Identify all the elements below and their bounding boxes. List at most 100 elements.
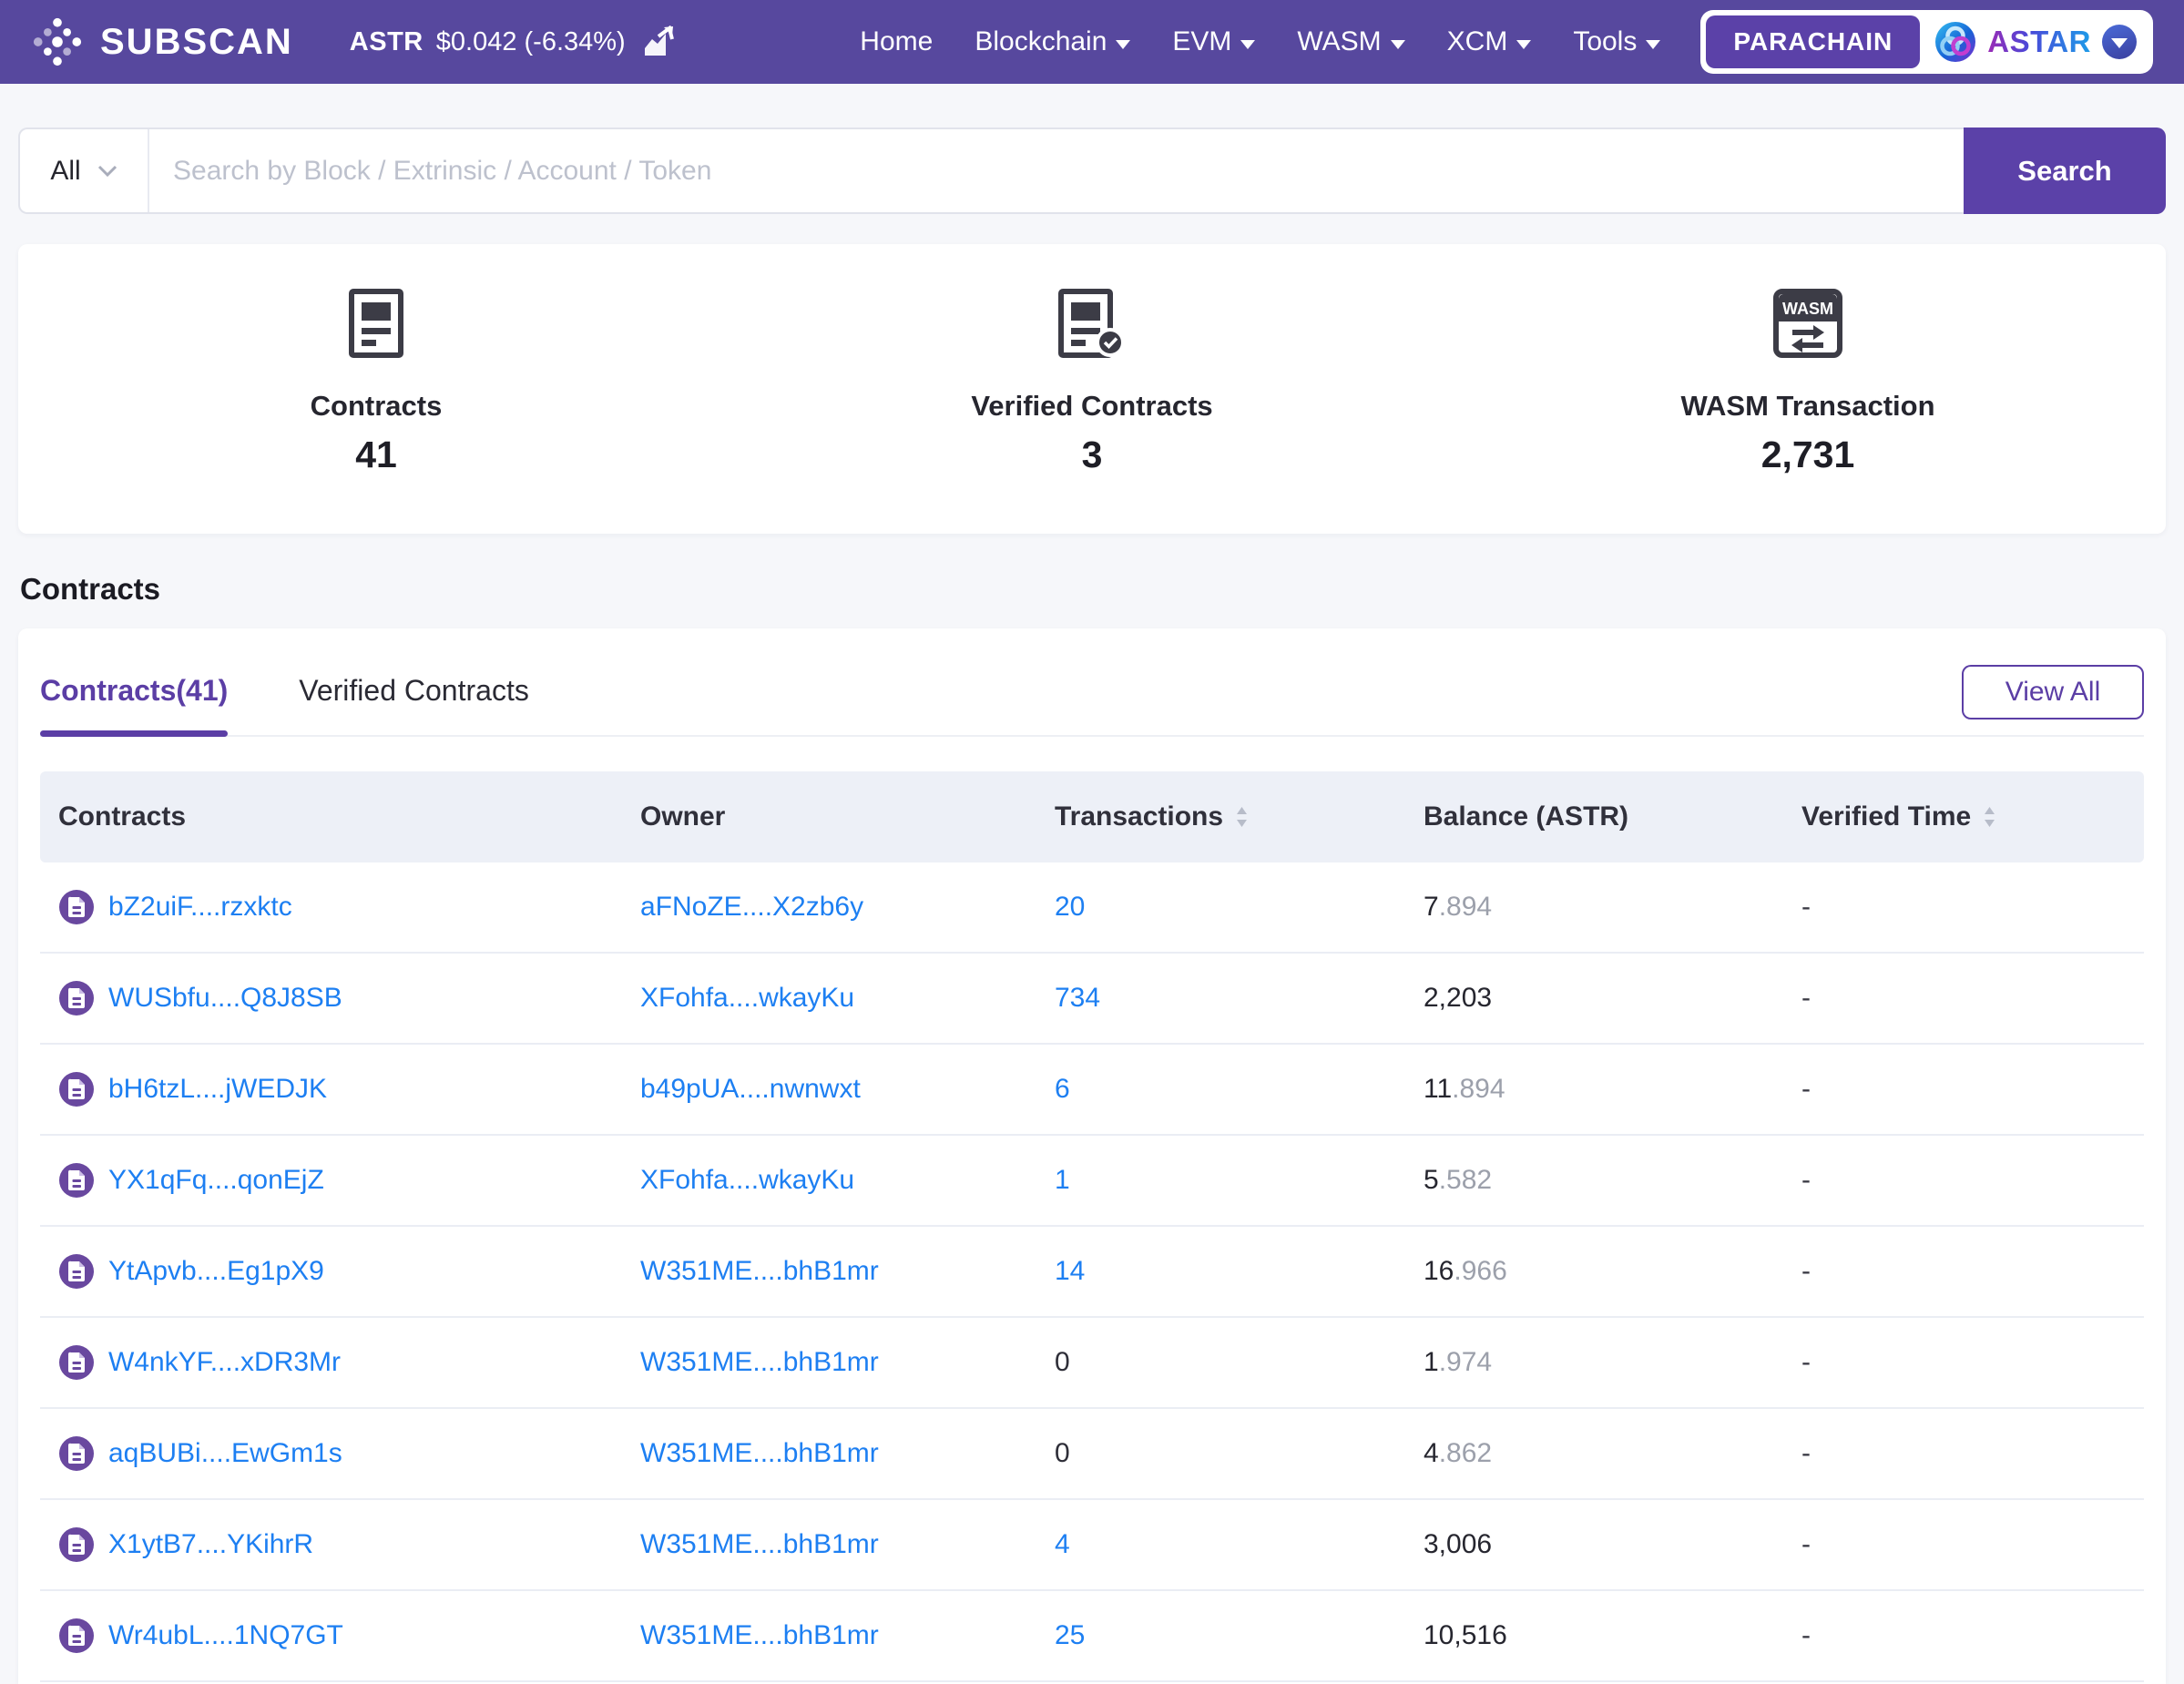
contract-badge-icon	[58, 889, 95, 925]
search-filter-value: All	[50, 156, 80, 187]
search-button[interactable]: Search	[1964, 128, 2166, 214]
contract-link[interactable]: aqBUBi....EwGm1s	[108, 1438, 342, 1469]
balance-cell: 3,006	[1405, 1529, 1783, 1560]
sort-icon[interactable]	[1234, 804, 1250, 830]
contract-link[interactable]: WUSbfu....Q8J8SB	[108, 983, 342, 1014]
stat-label: Contracts	[311, 390, 443, 423]
owner-link[interactable]: W351ME....bhB1mr	[640, 1438, 879, 1469]
balance-cell: 10,516	[1405, 1620, 1783, 1651]
verified-time-cell: -	[1783, 1620, 2144, 1651]
transactions-value: 0	[1055, 1438, 1070, 1469]
contract-cell: aqBUBi....EwGm1s	[40, 1435, 622, 1472]
transactions-cell: 0	[1036, 1438, 1405, 1469]
verified-time-cell: -	[1783, 1256, 2144, 1287]
contract-badge-icon	[58, 1435, 95, 1472]
owner-cell: aFNoZE....X2zb6y	[622, 892, 1036, 923]
owner-cell: W351ME....bhB1mr	[622, 1529, 1036, 1560]
tab-verified-contracts[interactable]: Verified Contracts	[299, 674, 529, 735]
nav-link-home[interactable]: Home	[860, 26, 933, 57]
contract-link[interactable]: X1ytB7....YKihrR	[108, 1529, 313, 1560]
verified-time-cell: -	[1783, 892, 2144, 923]
owner-link[interactable]: W351ME....bhB1mr	[640, 1347, 879, 1378]
contract-link[interactable]: YX1qFq....qonEjZ	[108, 1165, 324, 1196]
owner-cell: b49pUA....nwnwxt	[622, 1074, 1036, 1105]
table-row: WUSbfu....Q8J8SB XFohfa....wkayKu 734 2,…	[40, 954, 2144, 1045]
search-filter-dropdown[interactable]: All	[20, 129, 149, 212]
owner-link[interactable]: b49pUA....nwnwxt	[640, 1074, 861, 1105]
owner-link[interactable]: XFohfa....wkayKu	[640, 983, 854, 1014]
owner-link[interactable]: aFNoZE....X2zb6y	[640, 892, 863, 923]
table-row: YtApvb....Eg1pX9 W351ME....bhB1mr 14 16.…	[40, 1227, 2144, 1318]
chevron-down-icon	[1116, 40, 1130, 49]
verified-time-cell: -	[1783, 1438, 2144, 1469]
transactions-cell: 25	[1036, 1620, 1405, 1651]
table-row: bZ2uiF....rzxktc aFNoZE....X2zb6y 20 7.8…	[40, 862, 2144, 954]
network-name: ASTAR	[1987, 25, 2091, 59]
nav-link-xcm[interactable]: XCM	[1447, 26, 1532, 57]
token-price: ASTR $0.042 (-6.34%)	[350, 26, 677, 58]
transactions-cell: 0	[1036, 1347, 1405, 1378]
owner-cell: W351ME....bhB1mr	[622, 1347, 1036, 1378]
wasm-transaction-icon: WASM	[1772, 286, 1843, 361]
contract-cell: bH6tzL....jWEDJK	[40, 1071, 622, 1107]
column-header-balance: Balance (ASTR)	[1405, 801, 1783, 832]
view-all-button[interactable]: View All	[1962, 665, 2144, 720]
transactions-link[interactable]: 6	[1055, 1074, 1070, 1105]
transactions-link[interactable]: 734	[1055, 983, 1100, 1014]
table-row: aqBUBi....EwGm1s W351ME....bhB1mr 0 4.86…	[40, 1409, 2144, 1500]
verified-time-cell: -	[1783, 1347, 2144, 1378]
contract-cell: YX1qFq....qonEjZ	[40, 1162, 622, 1199]
nav-link-evm[interactable]: EVM	[1172, 26, 1255, 57]
nav-link-tools[interactable]: Tools	[1573, 26, 1660, 57]
stats-card: Contracts 41 Verified Contracts 3 WASM	[18, 244, 2166, 534]
contract-cell: W4nkYF....xDR3Mr	[40, 1344, 622, 1381]
owner-link[interactable]: W351ME....bhB1mr	[640, 1529, 879, 1560]
sort-icon[interactable]	[1982, 804, 1997, 830]
astar-logo	[1934, 21, 1976, 63]
contract-cell: YtApvb....Eg1pX9	[40, 1253, 622, 1290]
tab-contracts[interactable]: Contracts(41)	[40, 674, 228, 735]
network-chevron-down-icon	[2102, 25, 2137, 59]
owner-cell: XFohfa....wkayKu	[622, 1165, 1036, 1196]
balance-cell: 11.894	[1405, 1074, 1783, 1105]
contract-link[interactable]: YtApvb....Eg1pX9	[108, 1256, 324, 1287]
nav-link-blockchain[interactable]: Blockchain	[975, 26, 1130, 57]
contract-link[interactable]: bH6tzL....jWEDJK	[108, 1074, 327, 1105]
contract-badge-icon	[58, 1618, 95, 1654]
network-dropdown[interactable]: ASTAR	[1920, 21, 2148, 63]
contract-link[interactable]: bZ2uiF....rzxktc	[108, 892, 292, 923]
chevron-down-icon	[1646, 40, 1660, 49]
stat-value: 3	[1082, 434, 1103, 476]
stat-contracts: Contracts 41	[18, 244, 734, 534]
balance-cell: 1.974	[1405, 1347, 1783, 1378]
transactions-link[interactable]: 4	[1055, 1529, 1070, 1560]
verified-time-cell: -	[1783, 1165, 2144, 1196]
price-chart-icon[interactable]	[642, 26, 677, 58]
transactions-link[interactable]: 14	[1055, 1256, 1085, 1287]
search-input[interactable]	[149, 129, 1964, 212]
subscan-brand[interactable]: SUBSCAN	[31, 15, 293, 68]
transactions-cell: 14	[1036, 1256, 1405, 1287]
table-row: bH6tzL....jWEDJK b49pUA....nwnwxt 6 11.8…	[40, 1045, 2144, 1136]
token-symbol: ASTR	[350, 27, 424, 57]
nav-link-wasm[interactable]: WASM	[1297, 26, 1404, 57]
contract-link[interactable]: W4nkYF....xDR3Mr	[108, 1347, 341, 1378]
contract-badge-icon	[58, 980, 95, 1016]
transactions-link[interactable]: 25	[1055, 1620, 1085, 1651]
owner-cell: W351ME....bhB1mr	[622, 1256, 1036, 1287]
transactions-link[interactable]: 1	[1055, 1165, 1070, 1196]
contract-link[interactable]: Wr4ubL....1NQ7GT	[108, 1620, 343, 1651]
owner-link[interactable]: W351ME....bhB1mr	[640, 1620, 879, 1651]
brand-name: SUBSCAN	[100, 22, 293, 63]
contract-badge-icon	[58, 1253, 95, 1290]
parachain-button[interactable]: PARACHAIN	[1706, 15, 1920, 68]
tabs: Contracts(41) Verified Contracts	[40, 628, 2144, 737]
stat-value: 41	[355, 434, 397, 476]
owner-cell: W351ME....bhB1mr	[622, 1620, 1036, 1651]
owner-cell: W351ME....bhB1mr	[622, 1438, 1036, 1469]
owner-link[interactable]: W351ME....bhB1mr	[640, 1256, 879, 1287]
column-header-contracts: Contracts	[40, 801, 622, 832]
column-header-transactions: Transactions	[1036, 801, 1405, 832]
owner-link[interactable]: XFohfa....wkayKu	[640, 1165, 854, 1196]
transactions-link[interactable]: 20	[1055, 892, 1085, 923]
